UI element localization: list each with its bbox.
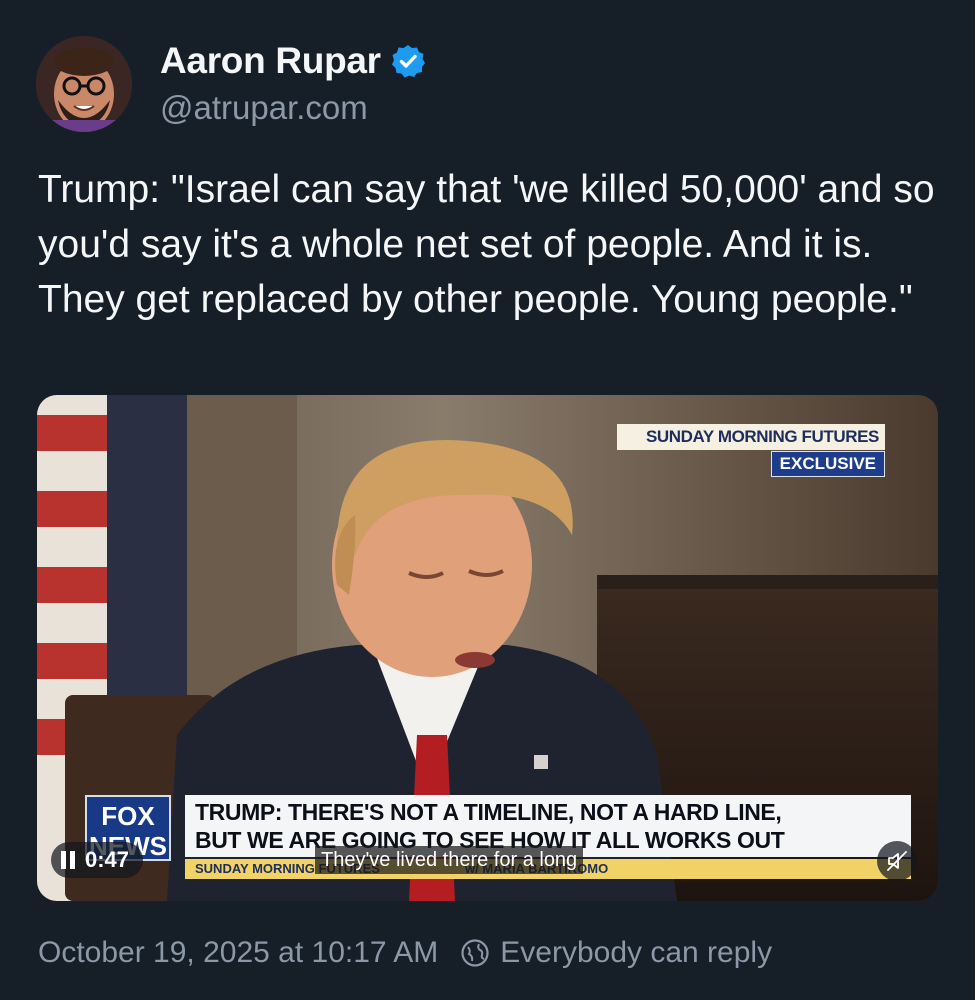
author-display-name[interactable]: Aaron Rupar [160, 40, 381, 82]
pause-icon[interactable] [61, 851, 75, 869]
avatar[interactable] [36, 36, 132, 132]
video-player[interactable]: SUNDAY MORNING FUTURES EXCLUSIVE FOX NEW… [37, 395, 938, 901]
show-badge-title: SUNDAY MORNING FUTURES [617, 424, 885, 450]
post-view: Aaron Rupar @atrupar.com Trump: "Israel … [0, 0, 975, 1000]
post-text: Trump: "Israel can say that 'we killed 5… [38, 168, 935, 321]
avatar-image [36, 36, 132, 132]
chyron-line-1: TRUMP: THERE'S NOT A TIMELINE, NOT A HAR… [195, 799, 782, 825]
reply-setting[interactable]: Everybody can reply [460, 936, 772, 970]
playback-control[interactable]: 0:47 [51, 842, 144, 878]
mute-button[interactable] [877, 841, 917, 881]
video-caption: They've lived there for a long [315, 846, 584, 874]
verified-badge-icon [391, 45, 425, 78]
author-name-row[interactable]: Aaron Rupar [160, 40, 425, 82]
reply-setting-label[interactable]: Everybody can reply [500, 936, 772, 970]
elapsed-time: 0:47 [85, 847, 130, 872]
post-meta: October 19, 2025 at 10:17 AM Everybody c… [38, 936, 772, 970]
muted-speaker-icon [887, 851, 907, 871]
show-badge: SUNDAY MORNING FUTURES EXCLUSIVE [617, 424, 885, 477]
author-handle[interactable]: @atrupar.com [160, 89, 368, 127]
show-badge-exclusive: EXCLUSIVE [770, 451, 885, 477]
globe-icon [461, 939, 489, 967]
post-timestamp: October 19, 2025 at 10:17 AM [38, 936, 439, 969]
